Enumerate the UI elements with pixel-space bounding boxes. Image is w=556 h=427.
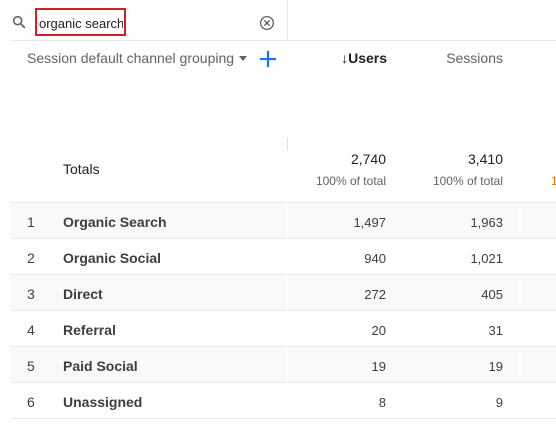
totals-sessions: 3,410: [467, 151, 503, 167]
sessions-value: 1,963: [470, 215, 503, 230]
column-divider: [287, 138, 288, 150]
channel-name: Unassigned: [63, 394, 143, 410]
users-value: 940: [364, 251, 386, 266]
report-table: Session default channel grouping ↓Users …: [0, 0, 556, 427]
cell-divider: [286, 275, 288, 310]
users-value: 8: [378, 395, 386, 410]
table-row[interactable]: 6 Unassigned 8 9: [11, 382, 556, 418]
users-value: 19: [371, 359, 386, 374]
channel-name: Paid Social: [63, 358, 138, 374]
table-row[interactable]: 5 Paid Social 19 19: [11, 346, 556, 382]
table-body: 1 Organic Search 1,497 1,963 2 Organic S…: [11, 202, 556, 418]
add-dimension-icon[interactable]: [258, 49, 278, 69]
table-row[interactable]: 3 Direct 272 405: [11, 274, 556, 310]
cell-divider: [519, 275, 521, 310]
cell-divider: [286, 347, 288, 382]
users-value: 1,497: [353, 215, 386, 230]
table-row[interactable]: 4 Referral 20 31: [11, 310, 556, 346]
search-icon: [12, 15, 26, 29]
row-index: 5: [27, 358, 35, 374]
search-input[interactable]: [39, 14, 123, 32]
dimension-label: Session default channel grouping: [27, 50, 235, 66]
row-index: 2: [27, 250, 35, 266]
search-field[interactable]: [35, 8, 126, 36]
channel-name: Organic Search: [63, 214, 167, 230]
totals-label: Totals: [63, 161, 100, 177]
row-index: 6: [27, 394, 35, 410]
sessions-column-header[interactable]: Sessions: [420, 50, 503, 66]
channel-name: Direct: [63, 286, 103, 302]
dimension-selector[interactable]: Session default channel grouping: [27, 50, 248, 66]
users-value: 20: [371, 323, 386, 338]
clear-search-icon[interactable]: [258, 14, 276, 32]
column-divider: [287, 0, 288, 40]
sessions-value: 31: [488, 323, 503, 338]
users-column-header[interactable]: ↓Users: [320, 50, 387, 66]
totals-sessions-percent: 100% of total: [432, 174, 503, 188]
totals-next-column-fragment: 1: [551, 174, 556, 188]
channel-name: Referral: [63, 322, 116, 338]
table-row[interactable]: 2 Organic Social 940 1,021: [11, 238, 556, 274]
row-index: 1: [27, 214, 35, 230]
row-index: 4: [27, 322, 35, 338]
caret-down-icon: [239, 55, 248, 61]
sessions-value: 19: [488, 359, 503, 374]
sessions-value: 405: [481, 287, 503, 302]
cell-divider: [286, 203, 288, 238]
totals-users: 2,740: [350, 151, 386, 167]
users-value: 272: [364, 287, 386, 302]
sessions-value: 9: [495, 395, 503, 410]
sessions-value: 1,021: [470, 251, 503, 266]
search-divider: [11, 40, 556, 41]
totals-users-percent: 100% of total: [315, 174, 386, 188]
row-index: 3: [27, 286, 35, 302]
cell-divider: [519, 347, 521, 382]
cell-divider: [519, 203, 521, 238]
channel-name: Organic Social: [63, 250, 162, 266]
table-row[interactable]: 1 Organic Search 1,497 1,963: [11, 202, 556, 238]
table-bottom-border: [11, 418, 556, 419]
